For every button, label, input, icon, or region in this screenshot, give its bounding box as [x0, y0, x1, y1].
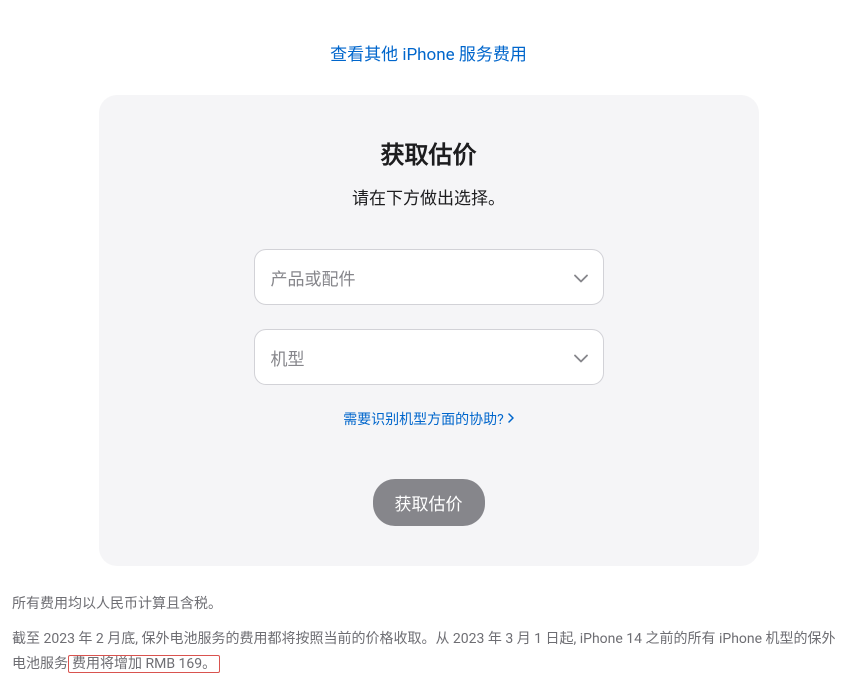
top-link-container: 查看其他 iPhone 服务费用 — [12, 0, 845, 95]
price-increase-highlight: 费用将增加 RMB 169。 — [68, 655, 220, 673]
get-estimate-button[interactable]: 获取估价 — [373, 479, 485, 526]
card-title: 获取估价 — [139, 135, 719, 170]
product-select-wrapper: 产品或配件 — [254, 249, 604, 305]
product-select[interactable]: 产品或配件 — [254, 249, 604, 305]
chevron-right-icon — [508, 411, 514, 427]
card-subtitle: 请在下方做出选择。 — [139, 184, 719, 209]
estimate-card: 获取估价 请在下方做出选择。 产品或配件 机型 需要识别机型方面的协助? 获取估… — [99, 95, 759, 566]
model-select-wrapper: 机型 — [254, 329, 604, 385]
help-link-label: 需要识别机型方面的协助? — [343, 409, 504, 429]
identify-model-help-link[interactable]: 需要识别机型方面的协助? — [343, 409, 514, 429]
footer-line-2: 截至 2023 年 2 月底, 保外电池服务的费用都将按照当前的价格收取。从 2… — [12, 627, 842, 677]
footer-line-1: 所有费用均以人民币计算且含税。 — [12, 592, 842, 617]
other-services-link[interactable]: 查看其他 iPhone 服务费用 — [330, 45, 527, 65]
model-select[interactable]: 机型 — [254, 329, 604, 385]
footer-text: 所有费用均以人民币计算且含税。 截至 2023 年 2 月底, 保外电池服务的费… — [12, 592, 842, 678]
